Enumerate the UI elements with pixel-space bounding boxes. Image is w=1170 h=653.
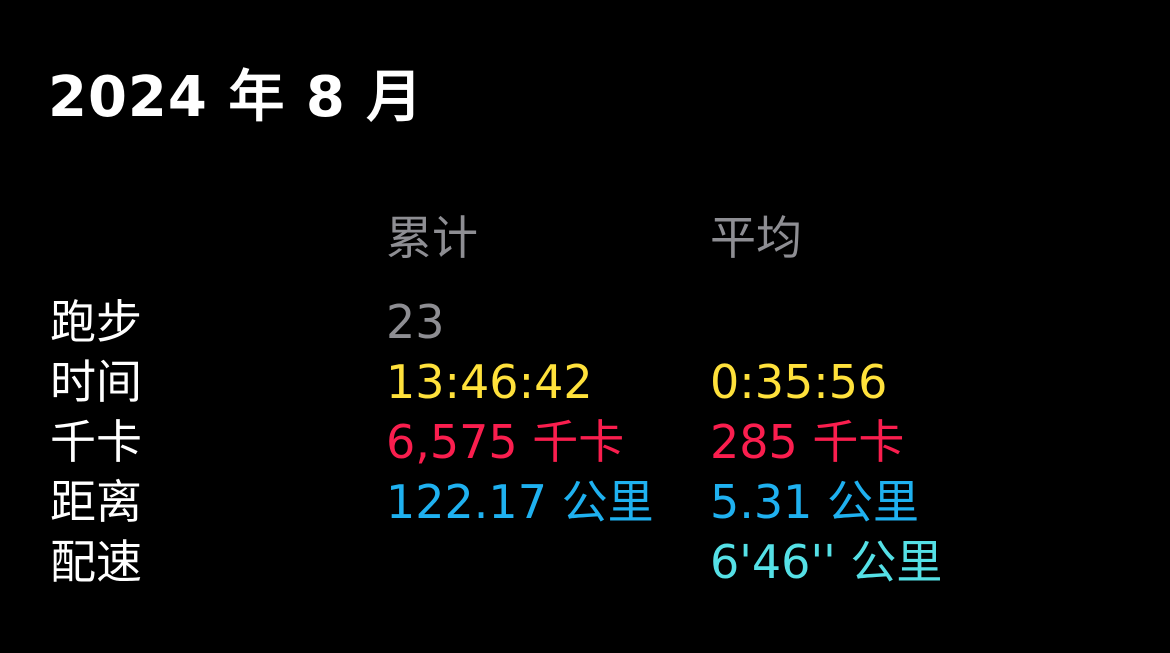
stats-row-distance: 距离 122.17 公里 5.31 公里	[0, 472, 1170, 532]
calories-average-value: 285 千卡	[710, 415, 905, 469]
pace-average-value: 6'46'' 公里	[710, 535, 943, 589]
stats-row-time: 时间 13:46:42 0:35:56	[0, 352, 1170, 412]
distance-total-value: 122.17 公里	[386, 475, 654, 529]
row-label-pace: 配速	[50, 535, 142, 589]
calories-total-value: 6,575 千卡	[386, 415, 625, 469]
time-average-value: 0:35:56	[710, 355, 888, 409]
row-label-workouts: 跑步	[50, 295, 142, 349]
column-header-average: 平均	[710, 211, 802, 265]
workouts-total-value: 23	[386, 295, 445, 349]
stats-row-workouts: 跑步 23	[0, 292, 1170, 352]
stats-row-calories: 千卡 6,575 千卡 285 千卡	[0, 412, 1170, 472]
time-total-value: 13:46:42	[386, 355, 593, 409]
distance-average-value: 5.31 公里	[710, 475, 920, 529]
row-label-time: 时间	[50, 355, 142, 409]
stats-row-pace: 配速 6'46'' 公里	[0, 532, 1170, 592]
column-header-total: 累计	[386, 211, 478, 265]
row-label-distance: 距离	[50, 475, 142, 529]
row-label-calories: 千卡	[50, 415, 142, 469]
page-title: 2024 年 8 月	[48, 65, 424, 130]
